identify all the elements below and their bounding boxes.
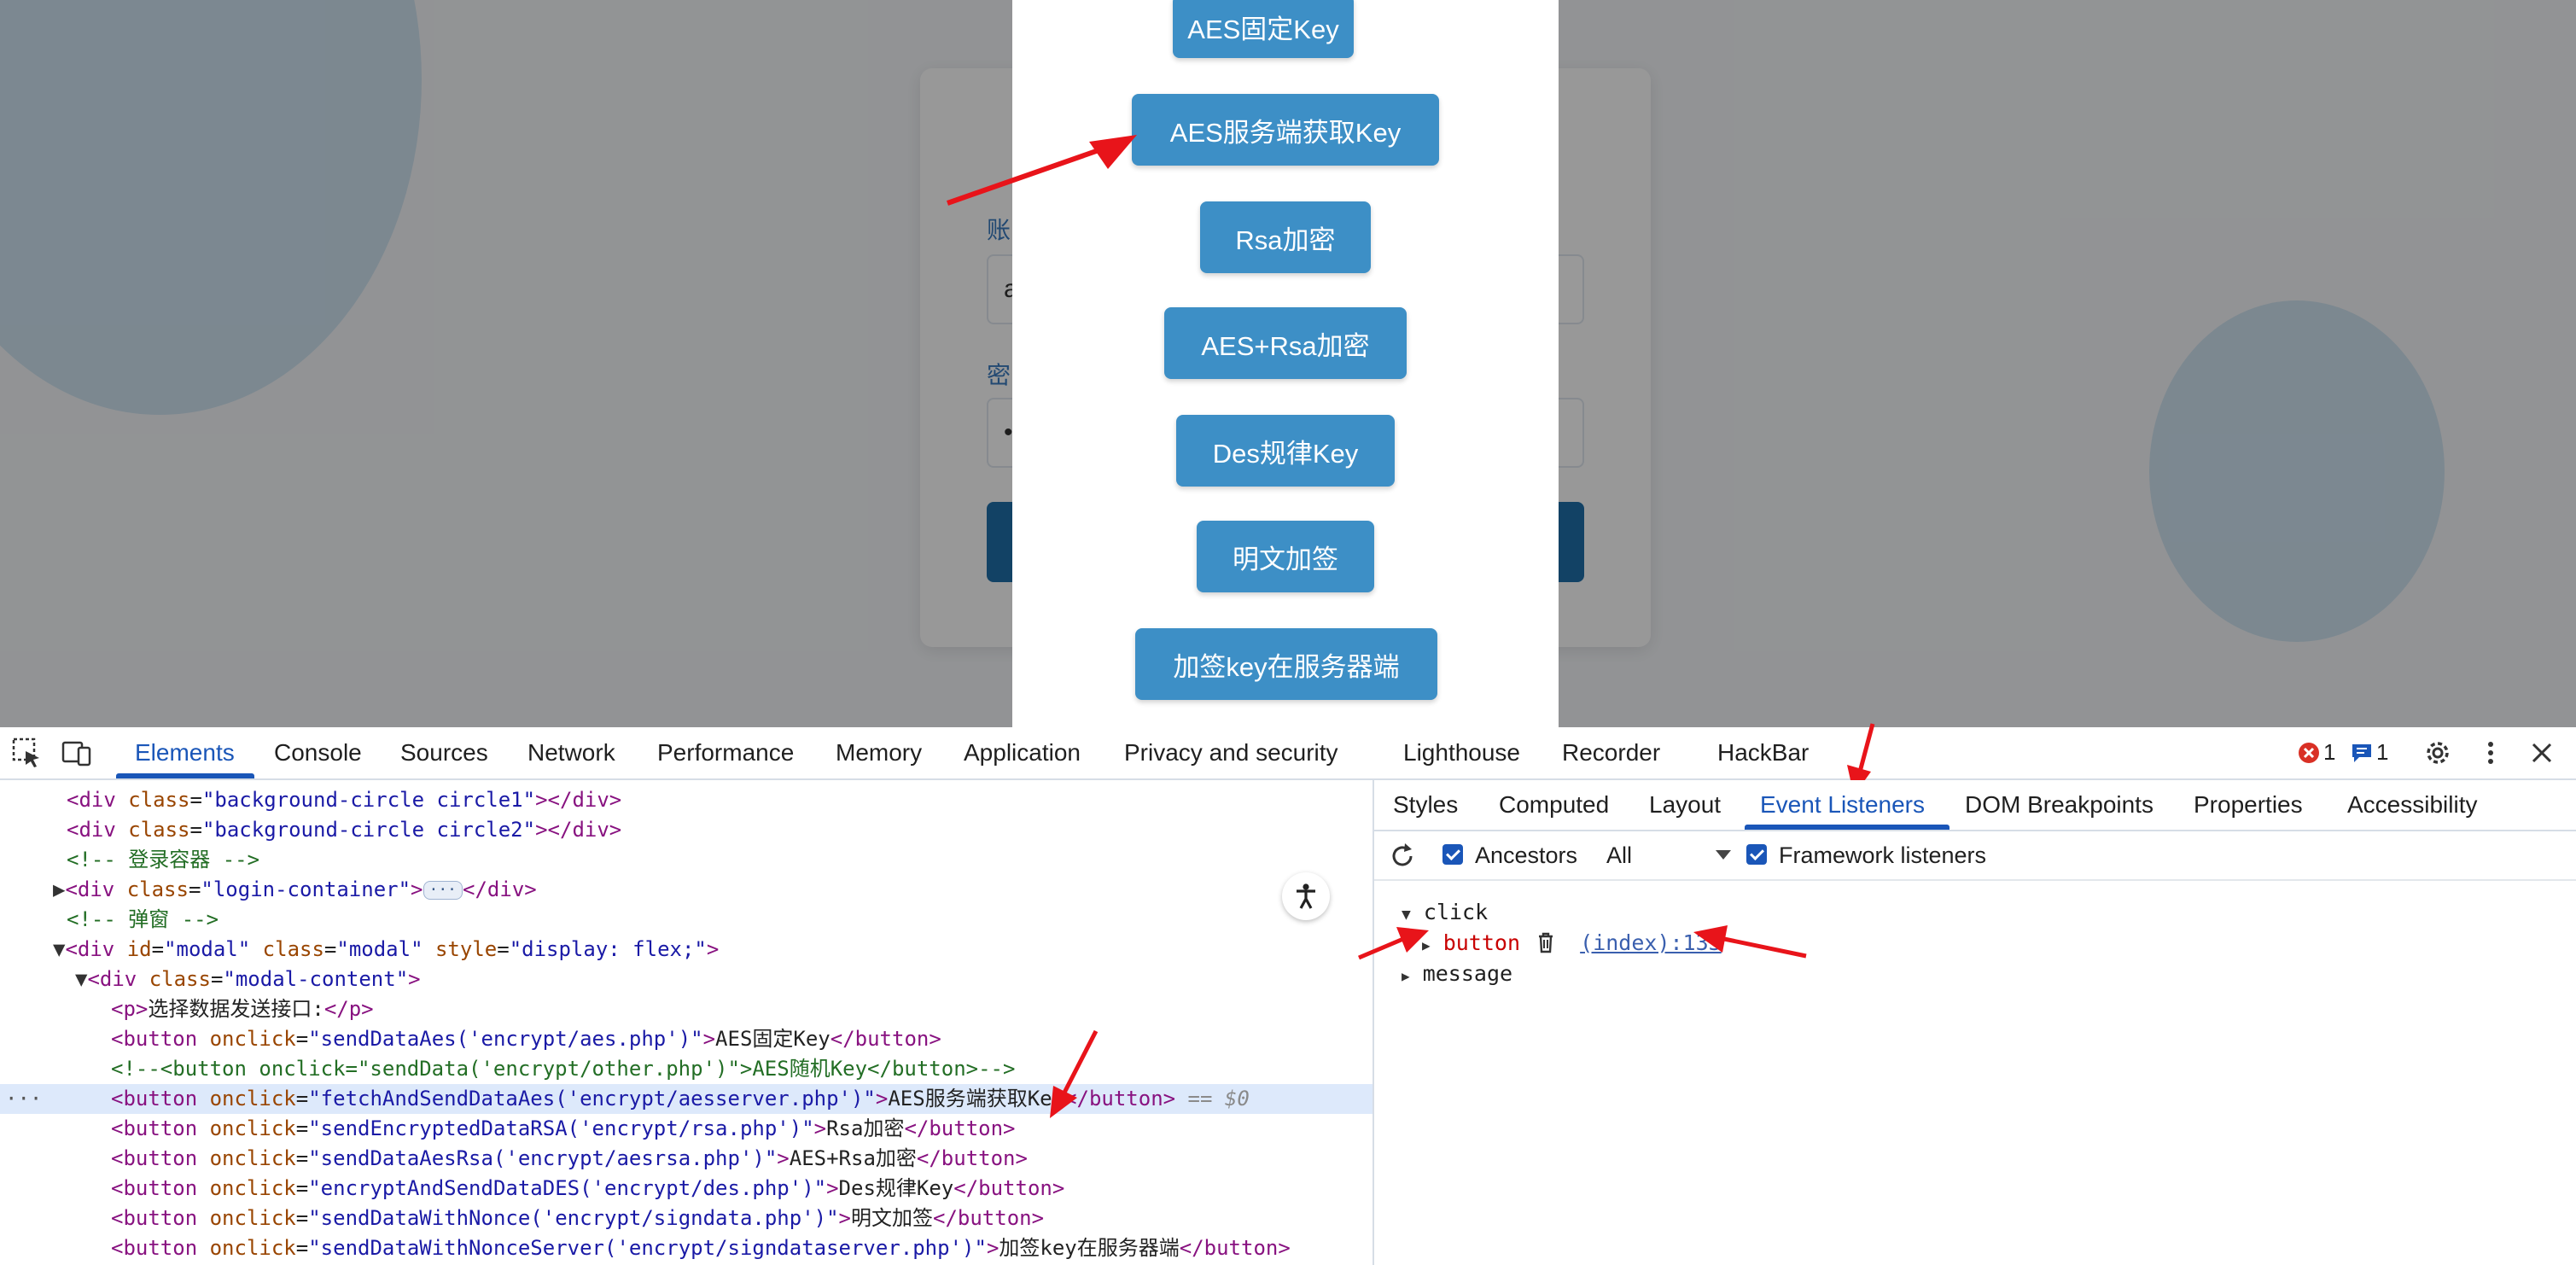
annotation-arrow-listener-right: [1693, 925, 1807, 959]
error-count: 1: [2323, 739, 2336, 765]
dom-node-markup: <button onclick="sendEncryptedDataRSA('e…: [111, 1116, 1016, 1140]
annotation-arrow-modal: [947, 135, 1137, 206]
devtools-tab-bar: Elements Console Sources Network Perform…: [0, 727, 2576, 780]
tab-layout[interactable]: Layout: [1649, 780, 1721, 830]
tab-performance[interactable]: Performance: [657, 727, 794, 778]
active-tab-indicator: [116, 773, 254, 778]
listener-item[interactable]: ▶ button (index):133: [1422, 930, 1722, 955]
tab-computed[interactable]: Computed: [1499, 780, 1609, 830]
tab-dom-breakpoints[interactable]: DOM Breakpoints: [1965, 780, 2153, 830]
dom-node-markup: <button onclick="sendDataWithNonceServer…: [111, 1236, 1291, 1260]
dom-node-markup: ▼<div class="modal-content">: [75, 967, 421, 991]
dom-node[interactable]: <button onclick="sendEncryptedDataRSA('e…: [0, 1114, 1373, 1144]
page-viewport: 账 a 密 • AES固定Key AES服务端获取Key Rsa加密 AES+R…: [0, 0, 2576, 727]
dom-node-markup: <!-- 弹窗 -->: [67, 907, 219, 931]
dom-node-markup: <button onclick="encryptAndSendDataDES('…: [111, 1176, 1065, 1200]
dom-node-markup: <button onclick="sendDataAesRsa('encrypt…: [111, 1146, 1028, 1170]
dom-node[interactable]: ▼<div class="modal-content">: [0, 965, 1373, 994]
dom-node-markup: <div class="background-circle circle2"><…: [67, 818, 622, 842]
settings-icon[interactable]: [2421, 736, 2455, 770]
tab-accessibility[interactable]: Accessibility: [2347, 780, 2477, 830]
dom-node[interactable]: ▼<div id="modal" class="modal" style="di…: [0, 935, 1373, 965]
dom-node[interactable]: <button onclick="sendDataWithNonce('encr…: [0, 1204, 1373, 1233]
tab-sources[interactable]: Sources: [400, 727, 488, 778]
tab-elements[interactable]: Elements: [135, 727, 235, 778]
dom-node-markup: <button onclick="sendDataWithNonce('encr…: [111, 1206, 1045, 1230]
dom-node[interactable]: <button onclick="sendDataAes('encrypt/ae…: [0, 1024, 1373, 1054]
tab-styles[interactable]: Styles: [1393, 780, 1458, 830]
des-key-button[interactable]: Des规律Key: [1176, 415, 1395, 487]
framework-listeners-checkbox[interactable]: [1746, 844, 1767, 865]
active-sidebar-tab-indicator: [1745, 825, 1949, 830]
tab-memory[interactable]: Memory: [836, 727, 922, 778]
dom-node[interactable]: <p>选择数据发送接口:</p>: [0, 994, 1373, 1024]
tab-properties[interactable]: Properties: [2194, 780, 2303, 830]
message-count: 1: [2376, 739, 2389, 765]
dom-node-markup: <!--<button onclick="sendData('encrypt/o…: [111, 1057, 1016, 1081]
tab-lighthouse[interactable]: Lighthouse: [1403, 727, 1520, 778]
refresh-icon[interactable]: [1388, 842, 1417, 871]
listener-filter-select[interactable]: All: [1606, 831, 1734, 879]
trash-icon[interactable]: [1536, 931, 1555, 953]
event-listeners-toolbar: Ancestors All Framework listeners: [1374, 831, 2576, 881]
dom-node-markup: <button onclick="sendDataAes('encrypt/ae…: [111, 1027, 941, 1051]
server-sign-key-button[interactable]: 加签key在服务器端: [1135, 628, 1437, 700]
dom-node-selected[interactable]: <button onclick="fetchAndSendDataAes('en…: [0, 1084, 1373, 1114]
dom-node-markup: <p>选择数据发送接口:</p>: [111, 997, 374, 1021]
node-actions-icon[interactable]: ···: [5, 1084, 42, 1114]
message-icon: [2352, 743, 2371, 762]
plaintext-sign-button[interactable]: 明文加签: [1197, 521, 1374, 592]
dom-node[interactable]: <div class="background-circle circle1"><…: [0, 785, 1373, 815]
close-icon[interactable]: [2525, 736, 2559, 770]
error-badge[interactable]: 1: [2298, 739, 2335, 766]
event-click-name: click: [1423, 900, 1489, 924]
error-icon: [2299, 742, 2319, 763]
tab-hackbar[interactable]: HackBar: [1717, 727, 1809, 778]
inspect-icon[interactable]: [10, 736, 44, 770]
framework-listeners-label: Framework listeners: [1779, 842, 1987, 868]
devtools-panel: Elements Console Sources Network Perform…: [0, 723, 2576, 1265]
annotation-arrow-selected-line: [1050, 1029, 1099, 1118]
chevron-down-icon: [1716, 850, 1731, 860]
tab-console[interactable]: Console: [274, 727, 362, 778]
listener-filter-value: All: [1606, 842, 1633, 868]
elements-sidebar: Styles Computed Layout Event Listeners D…: [1373, 780, 2576, 1265]
aes-server-key-button[interactable]: AES服务端获取Key: [1132, 94, 1439, 166]
tab-recorder[interactable]: Recorder: [1562, 727, 1660, 778]
ancestors-label: Ancestors: [1475, 842, 1578, 868]
message-badge[interactable]: 1: [2351, 739, 2388, 766]
accessibility-icon: [1297, 883, 1315, 909]
tab-network[interactable]: Network: [527, 727, 615, 778]
more-icon[interactable]: [2474, 736, 2508, 770]
event-message-row[interactable]: ▶ message: [1402, 961, 1512, 986]
dom-node[interactable]: <!--<button onclick="sendData('encrypt/o…: [0, 1054, 1373, 1084]
device-toolbar-icon[interactable]: [60, 736, 94, 770]
modal-content: AES固定Key AES服务端获取Key Rsa加密 AES+Rsa加密 Des…: [1012, 0, 1559, 727]
elements-tree: <button onclick="sendDataWithNonceServer…: [0, 780, 1373, 1265]
dom-node-markup: ▶<div class="login-container"> ··· </div>: [53, 877, 537, 901]
dom-node[interactable]: <button onclick="encryptAndSendDataDES('…: [0, 1174, 1373, 1204]
aes-fixed-key-button[interactable]: AES固定Key: [1173, 0, 1354, 58]
dom-node[interactable]: <!-- 弹窗 -->: [0, 905, 1373, 935]
tab-privacy-security[interactable]: Privacy and security: [1124, 727, 1338, 778]
accessibility-tree-toggle[interactable]: [1282, 872, 1330, 920]
dom-node-markup: ▼<div id="modal" class="modal" style="di…: [53, 937, 720, 961]
listener-target: button: [1442, 930, 1521, 955]
dom-node[interactable]: <!-- 登录容器 -->: [0, 845, 1373, 875]
dom-node[interactable]: <div class="background-circle circle2"><…: [0, 815, 1373, 845]
annotation-arrow-listener-left: [1358, 927, 1429, 960]
tab-event-listeners[interactable]: Event Listeners: [1760, 780, 1925, 830]
dom-node[interactable]: <button onclick="sendDataWithNonceServer…: [0, 1233, 1373, 1263]
dom-node[interactable]: ▶<div class="login-container"> ··· </div>: [0, 875, 1373, 905]
dom-node-markup: <!-- 登录容器 -->: [67, 848, 260, 872]
tab-application[interactable]: Application: [964, 727, 1081, 778]
rsa-encrypt-button[interactable]: Rsa加密: [1200, 201, 1371, 273]
dom-node-markup: <div class="background-circle circle1"><…: [67, 788, 622, 812]
dom-node[interactable]: <button onclick="sendDataAesRsa('encrypt…: [0, 1144, 1373, 1174]
ancestors-checkbox[interactable]: [1442, 844, 1463, 865]
sidebar-tab-bar: Styles Computed Layout Event Listeners D…: [1374, 780, 2576, 831]
aes-rsa-encrypt-button[interactable]: AES+Rsa加密: [1164, 307, 1407, 379]
event-message-name: message: [1422, 961, 1513, 986]
